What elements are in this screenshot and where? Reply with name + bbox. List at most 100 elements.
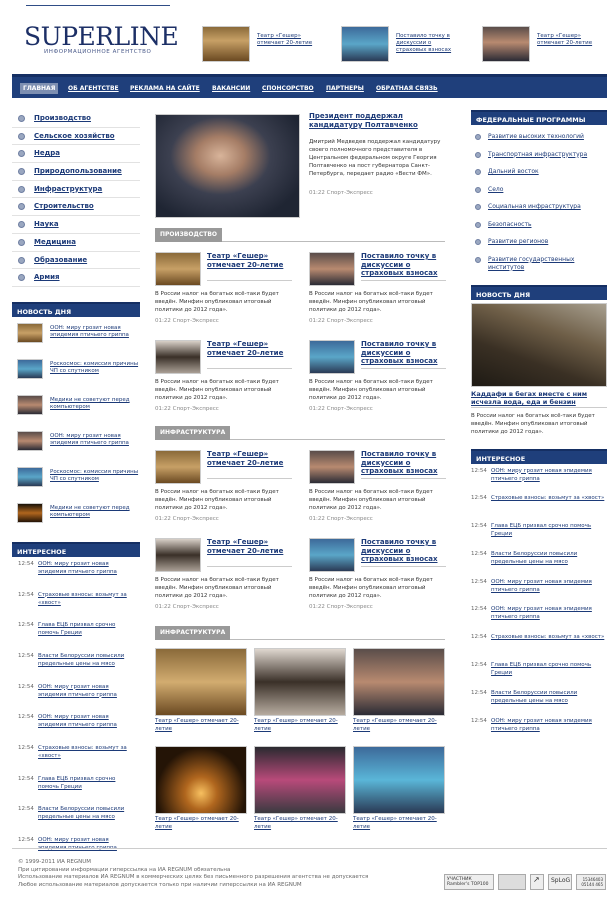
article-photo[interactable]: [155, 252, 201, 286]
list-item[interactable]: Развитие государственных институтов: [471, 252, 607, 276]
list-item[interactable]: Село: [471, 182, 607, 200]
gallery-photo[interactable]: [254, 746, 346, 814]
list-item[interactable]: 12:54 Глава ЕЦБ призвал срочно помочь Гре…: [12, 618, 140, 649]
right-column: ФЕДЕРАЛЬНЫЕ ПРОГРАММЫ Развитие высоких т…: [471, 110, 607, 741]
list-item[interactable]: 12:54 ООН: миру грозит новая эпидемия пти…: [471, 714, 607, 742]
list-item[interactable]: Социальная инфраструктура: [471, 199, 607, 217]
rambler-top100-badge[interactable]: УЧАСТНИК Rambler's TOP100: [444, 874, 494, 890]
header-news-title[interactable]: Поставило точку в дискуссии о страховых …: [396, 33, 461, 54]
article-photo[interactable]: [309, 538, 355, 572]
article-photo[interactable]: [155, 340, 201, 374]
list-item[interactable]: ООН: миру грозит новая эпидемия птичьего…: [12, 425, 140, 461]
header-news-3[interactable]: Театр «Гешер» отмечает 20-летие: [482, 26, 602, 62]
list-item[interactable]: Транспортная инфраструктура: [471, 147, 607, 165]
category-item[interactable]: Строительство: [12, 198, 140, 217]
news-thumb[interactable]: [17, 322, 43, 343]
list-item[interactable]: Развитие высоких технологий: [471, 129, 607, 147]
gallery-item[interactable]: Театр «Гешер» отмечает 20-летие: [155, 648, 247, 740]
list-item[interactable]: Медики не советуют перед компьютером: [12, 389, 140, 425]
category-item[interactable]: Инфраструктура: [12, 181, 140, 199]
lead-photo[interactable]: [155, 114, 300, 218]
list-item[interactable]: 12:54 Страховые взносы: возьмут за «хвост…: [12, 741, 140, 772]
news-thumb[interactable]: [17, 394, 43, 415]
soldier-photo[interactable]: [471, 302, 607, 387]
news-thumb[interactable]: [17, 430, 43, 451]
list-item[interactable]: 12:54 ООН: миру грозит новая эпидемия пти…: [12, 680, 140, 711]
category-item[interactable]: Природопользование: [12, 163, 140, 181]
gallery-item[interactable]: Театр «Гешер» отмечает 20-летие: [254, 746, 346, 838]
list-item[interactable]: Дальний восток: [471, 164, 607, 182]
category-item[interactable]: Образование: [12, 252, 140, 270]
main-nav: ГЛАВНАЯ ОБ АГЕНТСТВЕ РЕКЛАМА НА САЙТЕ ВА…: [12, 74, 607, 98]
external-link-icon[interactable]: ↗: [530, 874, 544, 890]
nav-home[interactable]: ГЛАВНАЯ: [20, 83, 59, 94]
list-item[interactable]: 12:54 ООН: миру грозит новая эпидемия пти…: [471, 575, 607, 603]
list-item[interactable]: 12:54 Глава ЕЦБ призвал срочно помочь Гре…: [12, 772, 140, 803]
list-item[interactable]: 12:54 ООН: миру грозит новая эпидемия пти…: [471, 464, 607, 492]
article-photo[interactable]: [309, 450, 355, 484]
category-item[interactable]: Армия: [12, 269, 140, 287]
category-item[interactable]: Недра: [12, 145, 140, 164]
header-news-title[interactable]: Театр «Гешер» отмечает 20-летие: [257, 33, 322, 47]
site-logo[interactable]: SUPERLINE ИНФОРМАЦИОННОЕ АГЕНТСТВО: [24, 24, 179, 55]
list-item[interactable]: 12:54 ООН: миру грозит новая эпидемия пти…: [12, 710, 140, 741]
day-news-title[interactable]: Каддафи в бегах вместе с ним исчезла вод…: [471, 390, 607, 406]
list-item[interactable]: 12:54 Власти Белоруссии повысили предельн…: [12, 802, 140, 833]
article-photo[interactable]: [155, 450, 201, 484]
gallery-item[interactable]: Театр «Гешер» отмечает 20-летие: [155, 746, 247, 838]
list-item[interactable]: 12:54 Глава ЕЦБ призвал срочно помочь Гре…: [471, 658, 607, 686]
header-news-2[interactable]: Поставило точку в дискуссии о страховых …: [341, 26, 461, 62]
gallery-photo[interactable]: [254, 648, 346, 716]
list-item[interactable]: Развитие регионов: [471, 234, 607, 252]
list-item[interactable]: 12:54 Власти Белоруссии повысили предельн…: [471, 547, 607, 575]
news-thumb[interactable]: [17, 358, 43, 379]
list-item[interactable]: 12:54 Власти Белоруссии повысили предельн…: [471, 686, 607, 714]
category-item[interactable]: Сельское хозяйство: [12, 128, 140, 146]
category-item[interactable]: Производство: [12, 110, 140, 128]
interesting-list: 12:54 ООН: миру грозит новая эпидемия пти…: [12, 557, 140, 864]
list-item[interactable]: Роскосмос: комиссия причины ЧП со спутни…: [12, 461, 140, 497]
nav-sponsorship[interactable]: СПОНСОРСТВО: [262, 85, 314, 92]
stats-badge[interactable]: [498, 874, 526, 890]
splog-badge[interactable]: SpLoG: [548, 874, 572, 890]
nav-about[interactable]: ОБ АГЕНТСТВЕ: [68, 85, 119, 92]
lead-title[interactable]: Президент поддержал кандидатуру Полтавче…: [309, 112, 445, 130]
bullet-icon: [18, 221, 25, 229]
list-item[interactable]: ООН: миру грозит новая эпидемия птичьего…: [12, 317, 140, 353]
gallery-item[interactable]: Театр «Гешер» отмечает 20-летие: [254, 648, 346, 740]
list-item[interactable]: 12:54 Страховые взносы: возьмут за «хвост…: [471, 491, 607, 519]
bullet-icon: [18, 203, 25, 211]
gallery-photo[interactable]: [155, 648, 247, 716]
gallery-photo[interactable]: [353, 746, 445, 814]
article-photo[interactable]: [309, 252, 355, 286]
list-item[interactable]: 12:54 ООН: миру грозит новая эпидемия пти…: [12, 557, 140, 588]
gallery-item[interactable]: Театр «Гешер» отмечает 20-летие: [353, 648, 445, 740]
theatre-photo[interactable]: [202, 26, 250, 62]
list-item[interactable]: Медики не советуют перед компьютером: [12, 497, 140, 533]
list-item[interactable]: 12:54 Страховые взносы: возьмут за «хвост…: [471, 630, 607, 658]
header-news-title[interactable]: Театр «Гешер» отмечает 20-летие: [537, 33, 602, 47]
article-photo[interactable]: [155, 538, 201, 572]
list-item[interactable]: 12:54 Власти Белоруссии повысили предельн…: [12, 649, 140, 680]
visit-counter[interactable]: 15346403 05144 465: [576, 874, 606, 890]
list-item[interactable]: 12:54 ООН: миру грозит новая эпидемия пти…: [471, 602, 607, 630]
list-item[interactable]: Роскосмос: комиссия причины ЧП со спутни…: [12, 353, 140, 389]
gallery-item[interactable]: Театр «Гешер» отмечает 20-летие: [353, 746, 445, 838]
article-photo[interactable]: [309, 340, 355, 374]
category-item[interactable]: Наука: [12, 216, 140, 234]
nav-advertising[interactable]: РЕКЛАМА НА САЙТЕ: [130, 85, 200, 92]
list-item[interactable]: 12:54 Страховые взносы: возьмут за «хвост…: [12, 588, 140, 619]
gallery-photo[interactable]: [353, 648, 445, 716]
boy-photo[interactable]: [482, 26, 530, 62]
list-item[interactable]: 12:54 Глава ЕЦБ призвал срочно помочь Гре…: [471, 519, 607, 547]
list-item[interactable]: Безопасность: [471, 217, 607, 235]
gallery-photo[interactable]: [155, 746, 247, 814]
nav-partners[interactable]: ПАРТНЕРЫ: [326, 85, 364, 92]
header-news-1[interactable]: Театр «Гешер» отмечает 20-летие: [202, 26, 322, 62]
news-thumb[interactable]: [17, 502, 43, 523]
football-photo[interactable]: [341, 26, 389, 62]
category-item[interactable]: Медицина: [12, 234, 140, 252]
news-thumb[interactable]: [17, 466, 43, 487]
nav-vacancies[interactable]: ВАКАНСИИ: [212, 85, 250, 92]
nav-contact[interactable]: ОБРАТНАЯ СВЯЗЬ: [376, 85, 438, 92]
